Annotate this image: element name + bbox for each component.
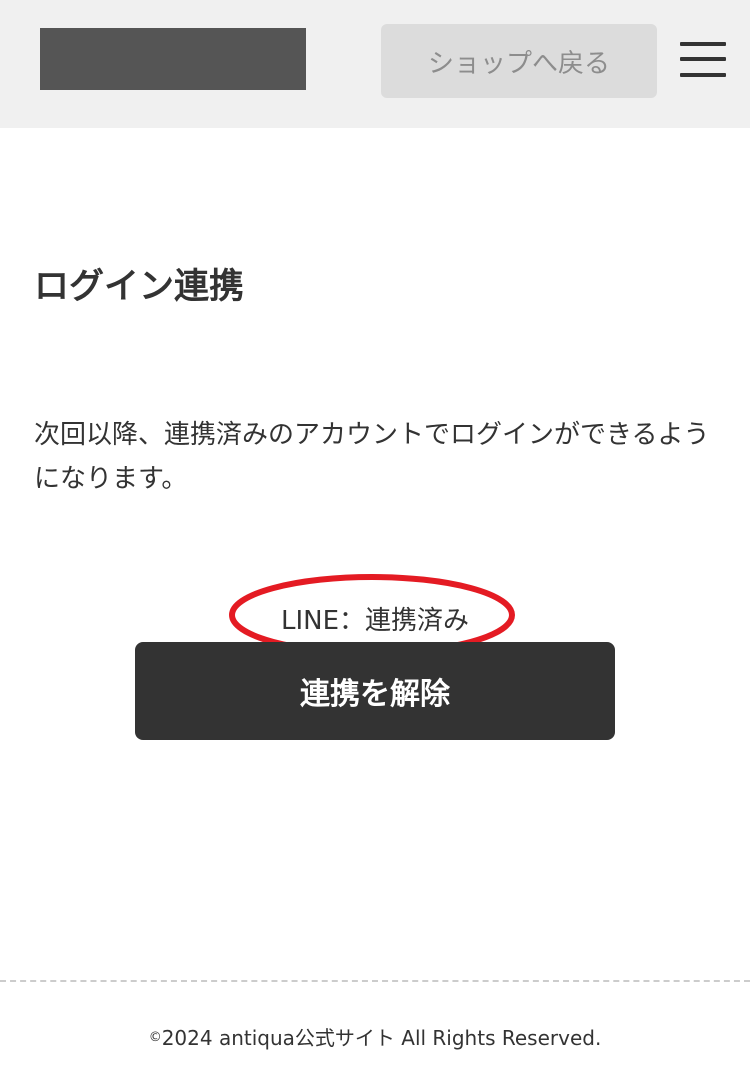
page-title: ログイン連携 [34,267,245,307]
copyright-text: 2024 antiqua公式サイト All Rights Reserved. [161,1026,602,1050]
back-to-shop-button[interactable]: ショップへ戻る [381,24,657,98]
description-text: 次回以降、連携済みのアカウントでログインができるようになります。 [34,420,710,494]
unlink-button[interactable]: 連携を解除 [135,642,615,740]
copyright-symbol: © [148,1030,162,1045]
menu-line [680,73,726,77]
footer-copyright: ©2024 antiqua公式サイト All Rights Reserved. [0,1022,750,1051]
header: ショップへ戻る [0,0,750,128]
hamburger-menu-icon[interactable] [680,40,726,80]
footer-divider [0,980,750,982]
logo-redacted[interactable] [40,28,306,90]
menu-line [680,57,726,61]
menu-line [680,42,726,46]
